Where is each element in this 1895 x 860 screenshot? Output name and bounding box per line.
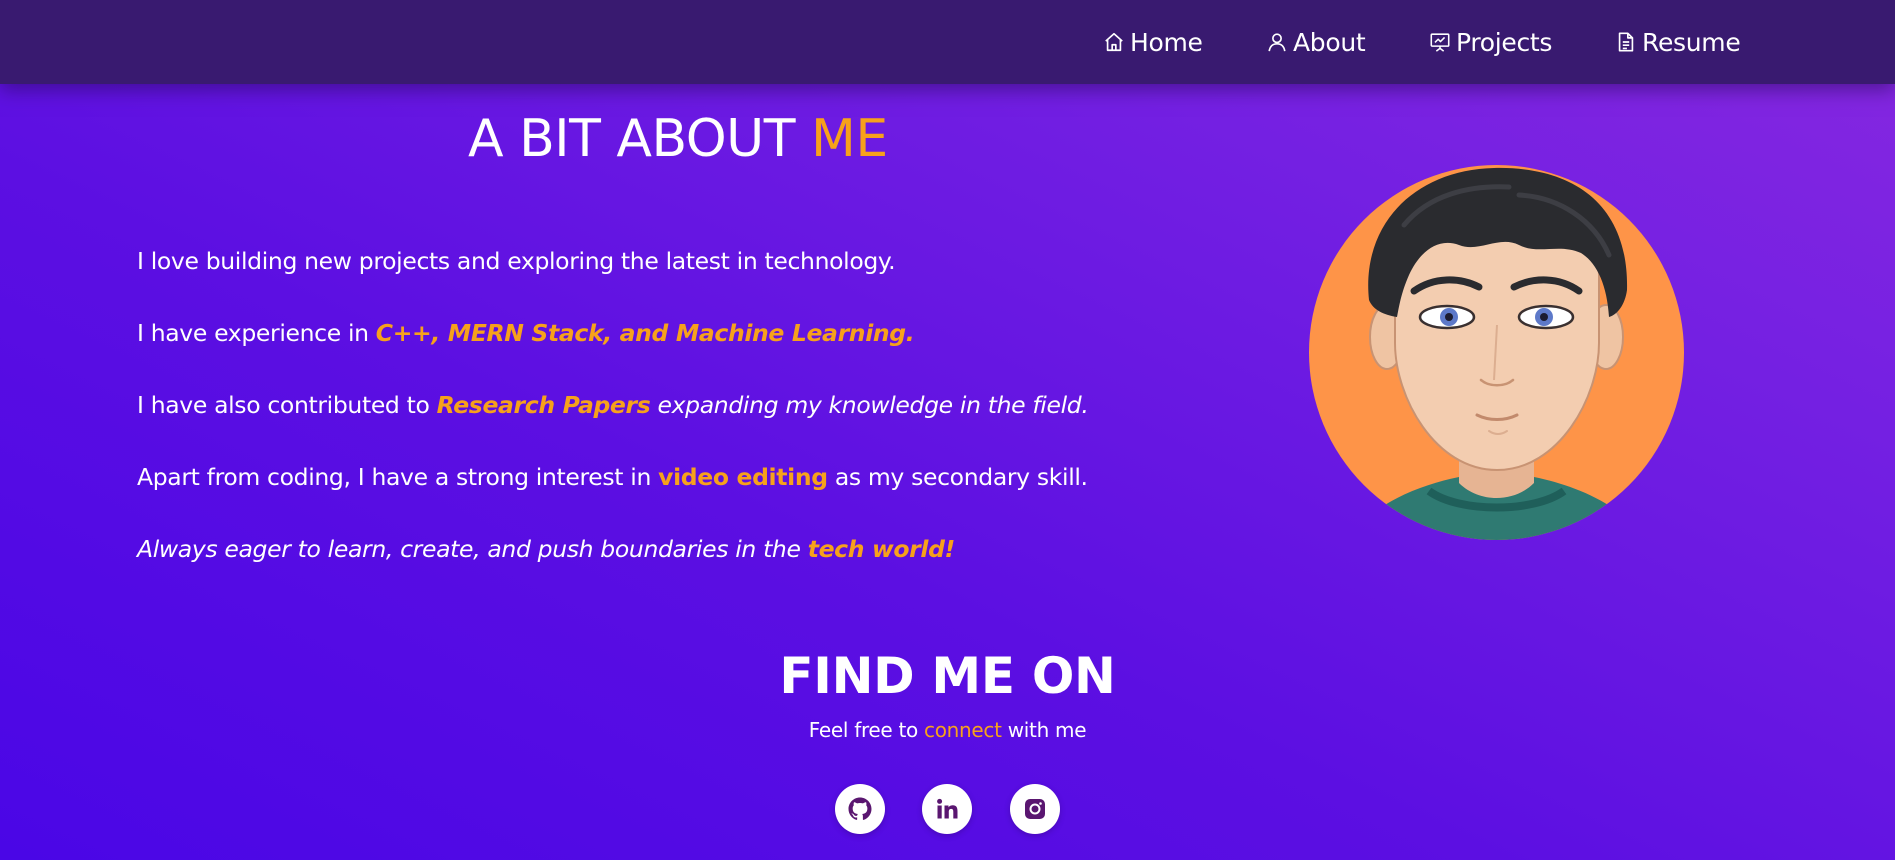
about-paragraph: I love building new projects and explori…: [137, 247, 896, 275]
about-text: as my secondary skill.: [827, 463, 1088, 491]
user-icon: [1268, 33, 1286, 52]
nav-item-label: About: [1293, 27, 1366, 57]
nav-item-label: Home: [1130, 27, 1203, 57]
about-highlight: tech world!: [807, 535, 956, 563]
nav-menu: Home About Projects Resume: [0, 22, 1895, 62]
about-text: I have experience in: [137, 319, 376, 347]
nav-item-projects[interactable]: Projects: [1429, 22, 1552, 62]
about-highlight: Research Papers: [436, 391, 651, 419]
nav-item-resume[interactable]: Resume: [1615, 22, 1741, 62]
find-me-text: with me: [1001, 718, 1087, 742]
navbar: Home About Projects Resume: [0, 0, 1895, 84]
nav-item-home[interactable]: Home: [1103, 22, 1203, 62]
about-title-accent: ME: [811, 109, 888, 169]
about-paragraph: I have also contributed to Research Pape…: [137, 391, 1089, 419]
github-link[interactable]: [835, 784, 885, 834]
about-text: I love building new projects and explori…: [137, 247, 896, 275]
about-paragraph: I have experience in C++, MERN Stack, an…: [137, 319, 915, 347]
instagram-link[interactable]: [1010, 784, 1060, 834]
find-me-title: FIND ME ON: [779, 647, 1116, 705]
instagram-icon: [1025, 799, 1045, 819]
about-title: A BIT ABOUT ME: [468, 109, 888, 169]
document-icon: [1618, 32, 1634, 52]
find-me-text: Feel free to: [808, 718, 925, 742]
about-paragraph: Always eager to learn, create, and push …: [137, 535, 955, 563]
avatar: [1309, 165, 1684, 540]
about-highlight: C++, MERN Stack, and Machine Learning.: [375, 319, 915, 347]
github-icon: [848, 797, 872, 820]
about-text: I have also contributed to: [137, 391, 437, 419]
linkedin-icon: [937, 798, 958, 819]
about-text: Always eager to learn, create, and push …: [137, 535, 808, 563]
nav-item-label: Resume: [1642, 27, 1741, 57]
linkedin-link[interactable]: [922, 784, 972, 834]
about-highlight: video editing: [658, 463, 828, 491]
home-icon: [1105, 32, 1123, 52]
about-text: Apart from coding, I have a strong inter…: [137, 463, 659, 491]
nav-item-about[interactable]: About: [1266, 22, 1366, 62]
avatar-illustration: [1349, 167, 1644, 540]
about-text: expanding my knowledge in the field.: [650, 391, 1089, 419]
presentation-icon: [1430, 33, 1450, 52]
connect-link[interactable]: connect: [924, 718, 1002, 742]
find-me-subtitle: Feel free to connect with me: [0, 718, 1895, 742]
nav-item-label: Projects: [1456, 27, 1553, 57]
about-title-main: A BIT ABOUT: [468, 109, 796, 169]
about-paragraph: Apart from coding, I have a strong inter…: [137, 463, 1088, 491]
